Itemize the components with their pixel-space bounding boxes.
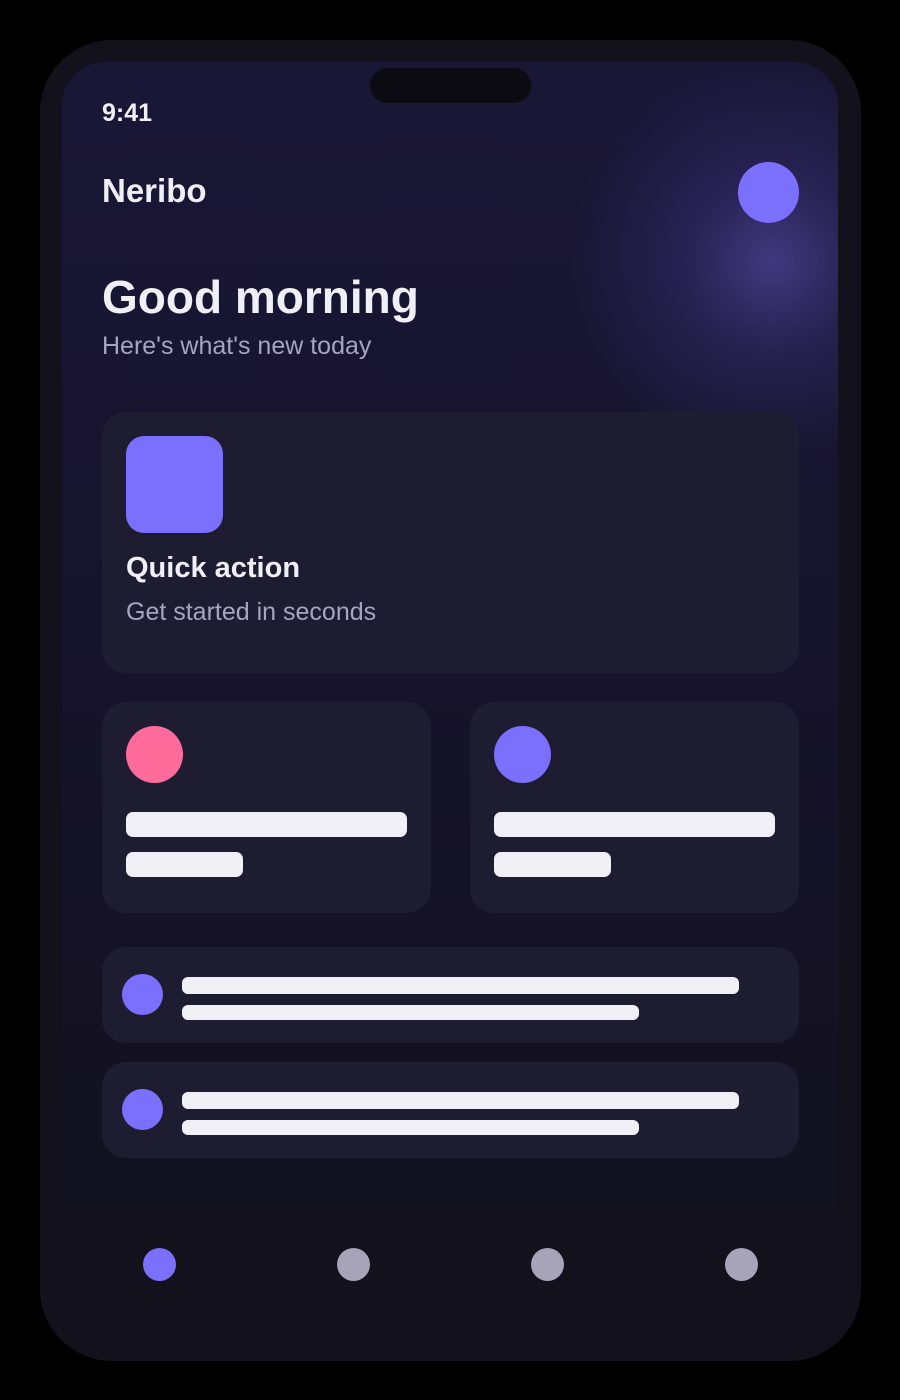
nav-home-icon[interactable]: [143, 1248, 176, 1281]
app-screen: 9:41 Neribo Good morning Here's what's n…: [62, 62, 838, 1208]
app-brand-title: Neribo: [102, 172, 207, 209]
list-title-placeholder: [182, 1092, 739, 1109]
nav-item-3-icon[interactable]: [531, 1248, 564, 1281]
list-dot-icon: [122, 974, 163, 1015]
purple-dot-icon: [494, 726, 551, 783]
pink-dot-icon: [126, 726, 183, 783]
page-subtitle: Here's what's new today: [102, 332, 372, 360]
status-time: 9:41: [102, 99, 153, 127]
page-title: Good morning: [102, 271, 419, 323]
background-glow: [562, 62, 838, 472]
feature-tile-left[interactable]: [102, 702, 431, 913]
camera-notch: [370, 68, 531, 103]
tile-subtitle-placeholder: [494, 852, 611, 877]
quick-action-subtitle: Get started in seconds: [126, 598, 377, 626]
tile-title-placeholder: [126, 812, 407, 837]
quick-action-card[interactable]: Quick action Get started in seconds: [102, 412, 799, 673]
list-dot-icon: [122, 1089, 163, 1130]
list-subtitle-placeholder: [182, 1005, 639, 1020]
bottom-nav: [62, 1208, 838, 1338]
tile-subtitle-placeholder: [126, 852, 243, 877]
tile-title-placeholder: [494, 812, 775, 837]
list-item[interactable]: [102, 1062, 799, 1158]
list-item[interactable]: [102, 947, 799, 1043]
list-title-placeholder: [182, 977, 739, 994]
list-subtitle-placeholder: [182, 1120, 639, 1135]
avatar[interactable]: [738, 162, 799, 223]
nav-item-2-icon[interactable]: [337, 1248, 370, 1281]
nav-item-4-icon[interactable]: [725, 1248, 758, 1281]
feature-tile-right[interactable]: [470, 702, 799, 913]
phone-frame: 9:41 Neribo Good morning Here's what's n…: [40, 40, 861, 1361]
quick-action-icon: [126, 436, 223, 533]
quick-action-title: Quick action: [126, 552, 301, 584]
